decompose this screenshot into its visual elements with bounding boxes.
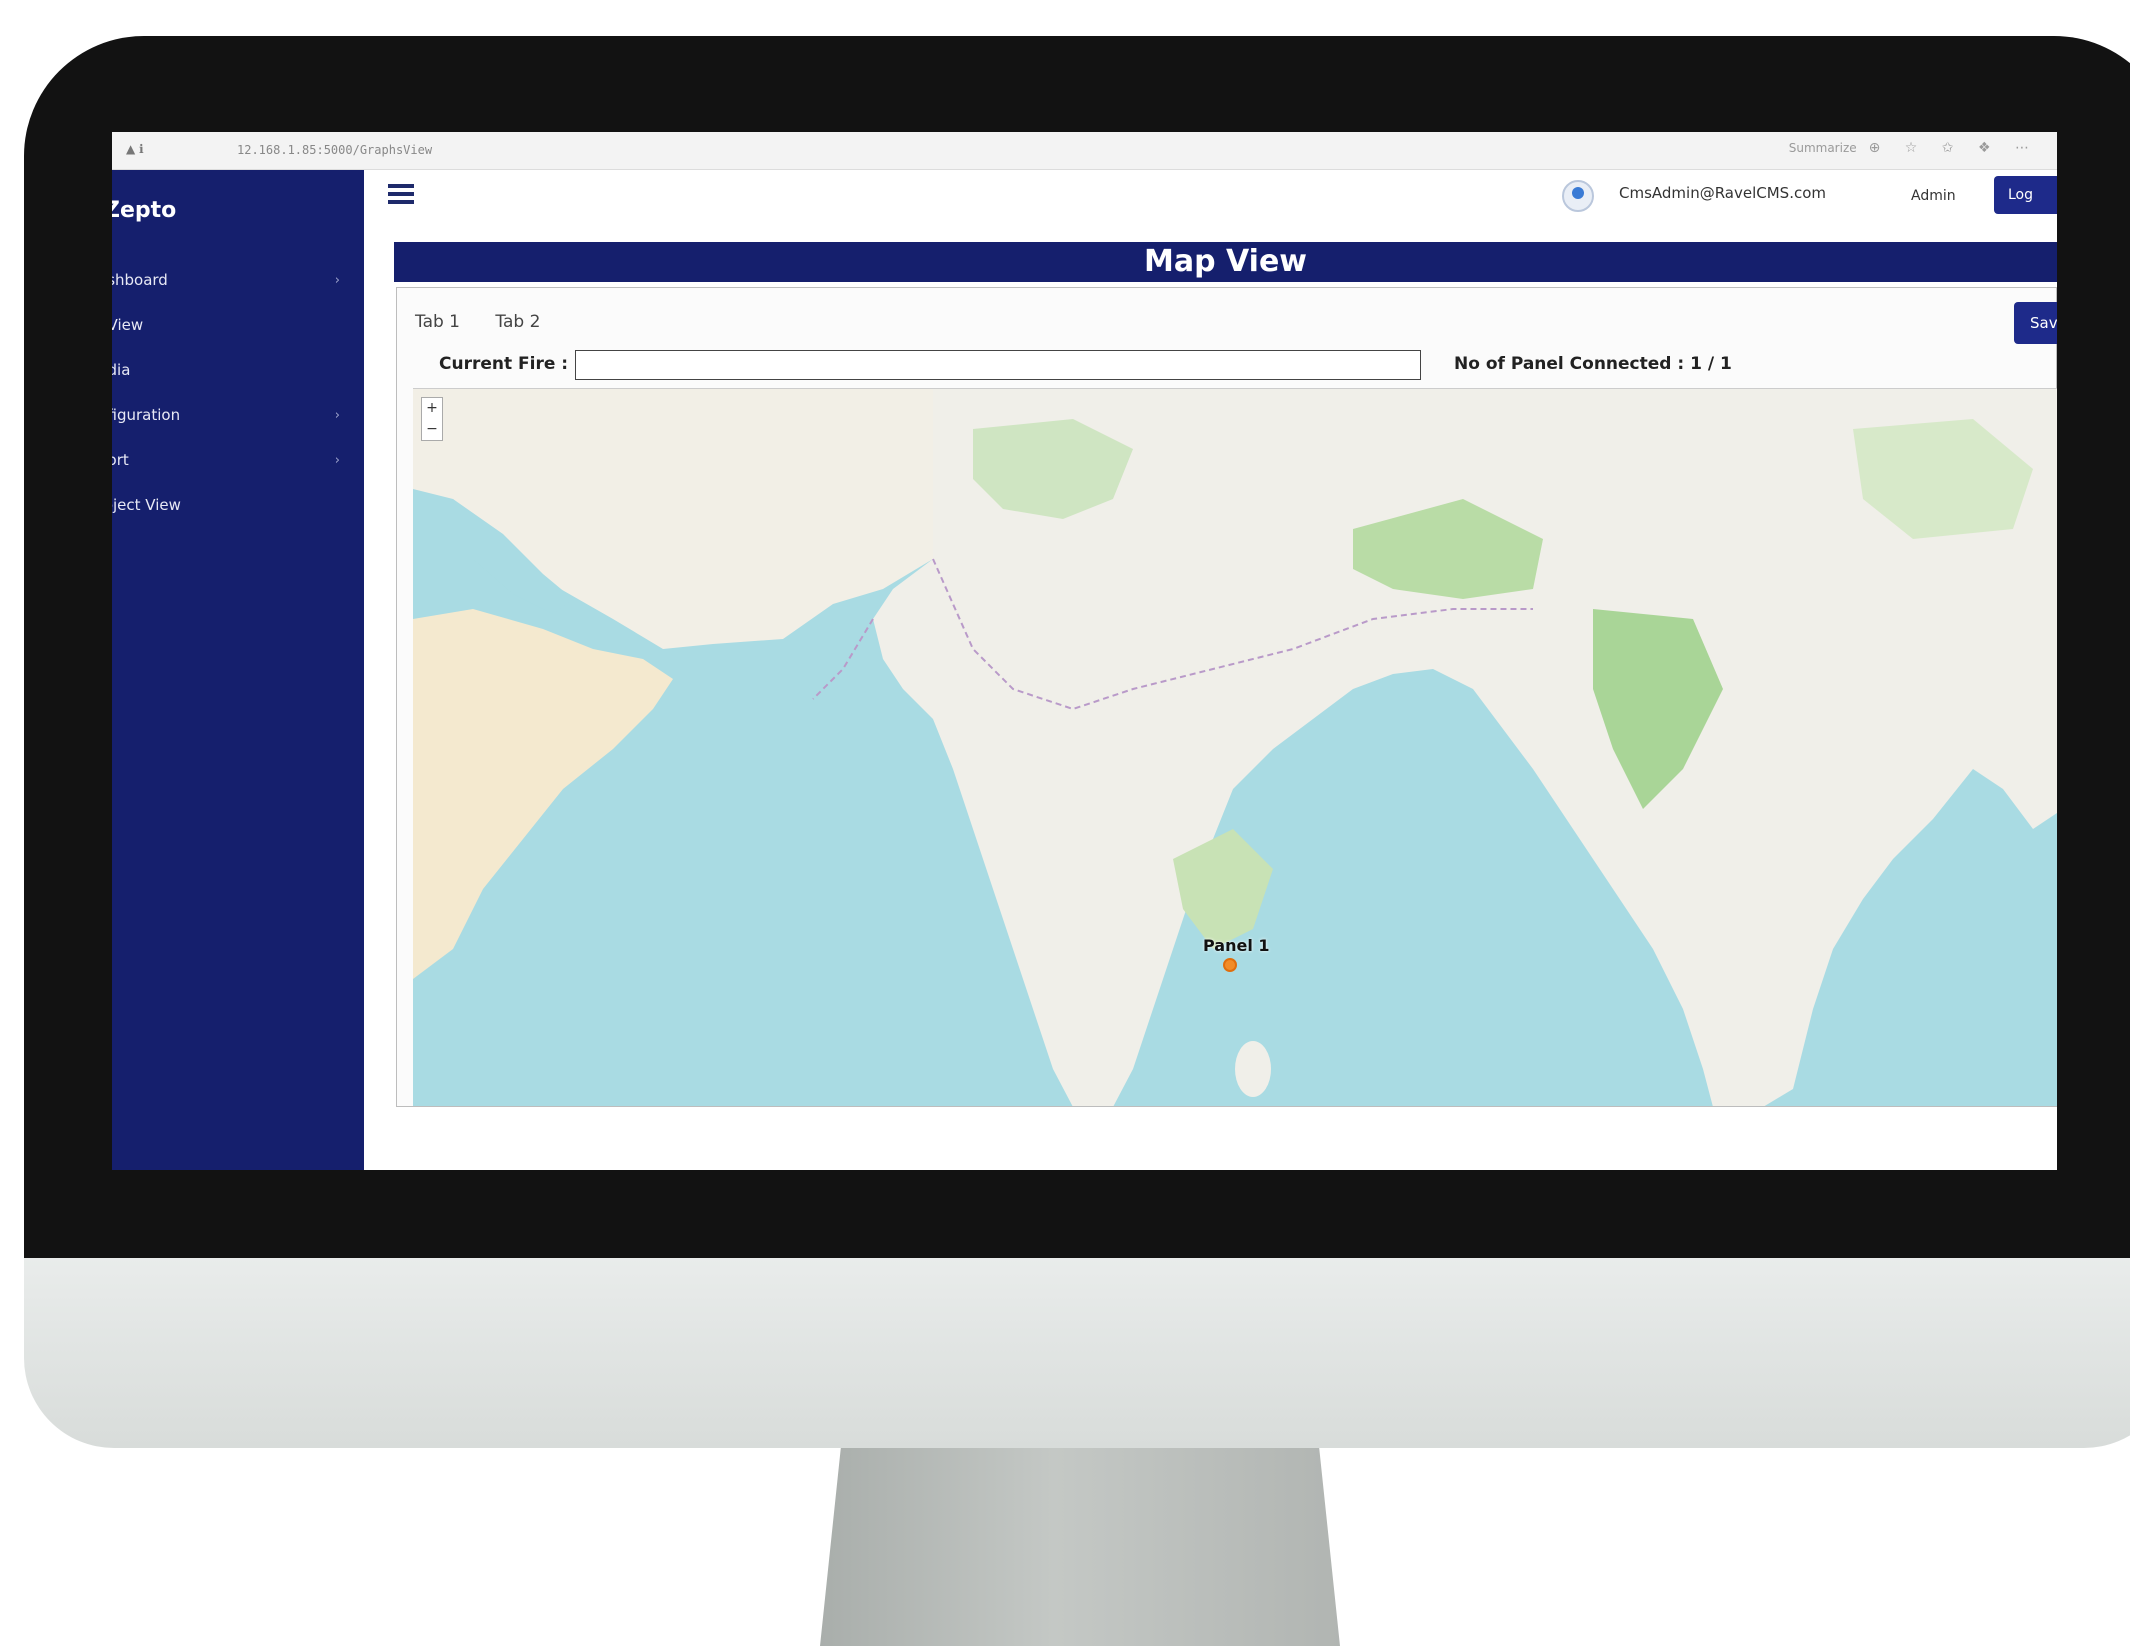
monitor-stand	[820, 1448, 1340, 1646]
save-button[interactable]: Sav	[2014, 302, 2057, 344]
chevron-icon: ›	[334, 273, 340, 288]
current-fire-label: Current Fire :	[439, 354, 569, 374]
sidebar: Zepto ashboard› pView ndia nfiguration› …	[112, 170, 364, 1170]
sidebar-nav: ashboard› pView ndia nfiguration› port› …	[112, 258, 364, 528]
url-text[interactable]: 12.168.1.85:5000/GraphsView	[237, 143, 432, 157]
sidebar-item-label: roject View	[112, 496, 181, 514]
sidebar-item-label: pView	[112, 316, 144, 334]
browser-actions: Summarize ⊕ ☆ ✩ ❖ ⋯	[1788, 140, 2039, 156]
sri-lanka	[1235, 1041, 1271, 1097]
map-zoom-control[interactable]: + −	[421, 397, 443, 441]
sidebar-item-label: ndia	[112, 361, 131, 379]
current-fire-input[interactable]	[575, 350, 1421, 380]
sidebar-item-configuration[interactable]: nfiguration ›	[112, 393, 364, 438]
monitor-photo: ▲ ℹ 12.168.1.85:5000/GraphsView Summariz…	[0, 0, 2130, 1646]
tab-1[interactable]: Tab 1	[415, 312, 460, 332]
tab-bar: Tab 1 Tab 2	[415, 312, 570, 332]
summarize-label[interactable]: Summarize	[1789, 141, 1857, 155]
page-title: Map View	[394, 242, 2057, 282]
sidebar-item-report[interactable]: port ›	[112, 438, 364, 483]
sidebar-item-label: nfiguration	[112, 406, 181, 424]
panel-marker-icon[interactable]	[1223, 958, 1237, 972]
panels-connected-status: No of Panel Connected : 1 / 1	[1454, 354, 1732, 374]
marker-label: Panel 1	[1203, 936, 1270, 955]
browser-address-bar[interactable]: ▲ ℹ 12.168.1.85:5000/GraphsView Summariz…	[112, 132, 2057, 170]
avatar[interactable]	[1562, 180, 1594, 212]
logout-button[interactable]: Log	[1994, 176, 2057, 214]
user-role: Admin	[1911, 188, 1956, 204]
sidebar-item-label: ashboard	[112, 271, 168, 289]
chevron-icon: ›	[334, 453, 340, 468]
chevron-icon: ›	[334, 408, 340, 423]
menu-toggle-icon[interactable]	[388, 184, 414, 206]
map-canvas[interactable]: + − Panel 1	[413, 388, 2057, 1106]
brand-logo: Zepto	[112, 198, 177, 223]
map-panel: Tab 1 Tab 2 Sav Current Fire : No of Pan…	[396, 287, 2057, 1107]
sidebar-item-media[interactable]: ndia	[112, 348, 364, 393]
top-header: CmsAdmin@RavelCMS.com Admin Log	[364, 170, 2057, 232]
content-footer-space	[364, 1107, 2057, 1170]
zoom-out-button[interactable]: −	[422, 419, 442, 440]
lock-icon: ▲ ℹ	[126, 142, 144, 156]
tab-2[interactable]: Tab 2	[495, 312, 540, 332]
sidebar-item-label: port	[112, 451, 129, 469]
screen: ▲ ℹ 12.168.1.85:5000/GraphsView Summariz…	[112, 132, 2057, 1170]
sidebar-item-map-view[interactable]: pView	[112, 303, 364, 348]
zoom-in-button[interactable]: +	[422, 398, 442, 419]
sidebar-item-dashboard[interactable]: ashboard ›	[112, 258, 364, 303]
sidebar-item-project-view[interactable]: roject View	[112, 483, 364, 528]
monitor-chin	[24, 1258, 2130, 1448]
map-tiles	[413, 389, 2057, 1106]
user-email: CmsAdmin@RavelCMS.com	[1619, 184, 1827, 202]
